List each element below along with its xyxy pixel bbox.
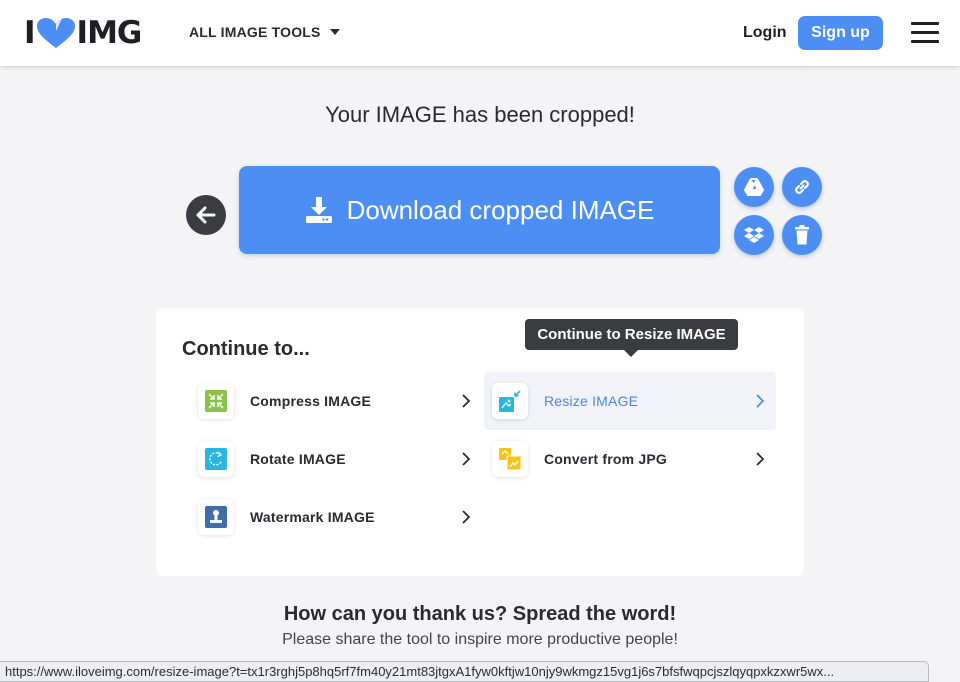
continue-item-watermark[interactable]: Watermark IMAGE [190,488,482,546]
login-link[interactable]: Login [743,24,787,42]
continue-item-label: Rotate IMAGE [250,451,346,467]
tools-label: ALL IMAGE TOOLS [189,24,321,40]
link-icon [795,180,809,194]
watermark-icon [198,499,234,535]
google-drive-icon [744,178,764,196]
download-icon [305,197,332,223]
continue-item-rotate[interactable]: Rotate IMAGE [190,430,482,488]
tooltip-continue-to-resize: Continue to Resize IMAGE [525,319,738,357]
chevron-right-icon [756,394,764,408]
hamburger-menu-icon[interactable] [911,22,939,44]
download-button[interactable]: Download cropped IMAGE [239,166,720,254]
continue-item-label: Watermark IMAGE [250,509,375,525]
trash-icon [795,225,809,245]
iloveimg-logo[interactable]: I IMG [24,15,143,51]
top-navbar: I IMG ALL IMAGE TOOLS Login Sign up [0,0,960,66]
caret-down-icon [329,29,340,35]
browser-status-bar-url: https://www.iloveimg.com/resize-image?t=… [0,661,929,682]
continue-item-compress[interactable]: Compress IMAGE [190,372,482,430]
chevron-right-icon [462,510,470,524]
convert-icon [492,441,528,477]
delete-button[interactable] [782,215,822,255]
continue-item-resize[interactable]: Resize IMAGE [484,372,776,430]
logo-text-right: IMG [76,15,143,51]
back-button[interactable] [186,195,226,235]
thanks-subtitle: Please share the tool to inspire more pr… [282,631,678,648]
save-to-dropbox-button[interactable] [734,215,774,255]
copy-link-button[interactable] [782,167,822,207]
download-label: Download cropped IMAGE [346,194,655,225]
continue-item-label: Compress IMAGE [250,393,372,409]
continue-item-label: Resize IMAGE [544,393,639,409]
thanks-title: How can you thank us? Spread the word! [283,603,677,625]
dropbox-icon [744,227,764,243]
chevron-right-icon [756,452,764,466]
chevron-right-icon [462,394,470,408]
rotate-icon [198,441,234,477]
chevron-right-icon [462,452,470,466]
continue-title: Continue to... [182,338,310,360]
logo-text-left: I [24,15,36,51]
page-title: Your IMAGE has been cropped! [325,102,635,127]
resize-icon [492,383,528,419]
continue-item-convert-from-jpg[interactable]: Convert from JPG [484,430,776,488]
arrow-left-icon [196,206,216,224]
compress-icon [198,383,234,419]
signup-button[interactable]: Sign up [798,16,883,50]
all-image-tools-dropdown[interactable]: ALL IMAGE TOOLS [189,24,340,40]
save-to-google-drive-button[interactable] [734,167,774,207]
heart-logo-icon [36,18,75,48]
continue-item-label: Convert from JPG [544,451,667,467]
